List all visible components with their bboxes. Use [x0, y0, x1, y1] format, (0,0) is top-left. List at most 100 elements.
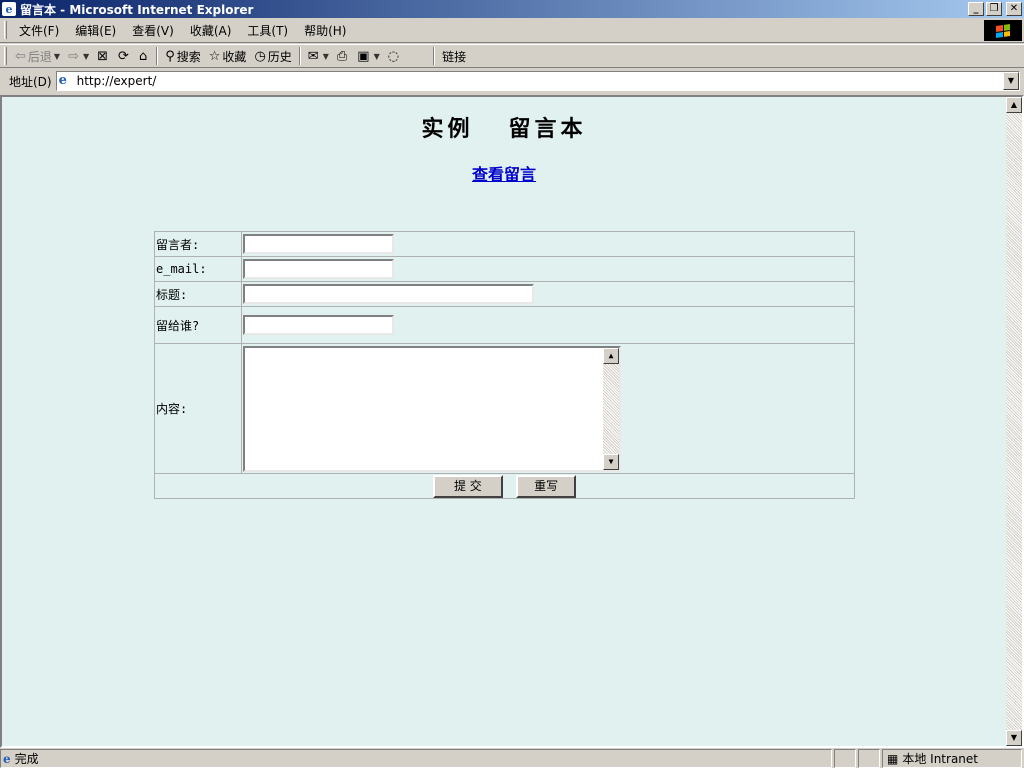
home-button[interactable]: ⌂ [135, 46, 153, 66]
page-title: 实例 留言本 [421, 116, 587, 142]
recipient-label: 留给谁? [154, 306, 242, 344]
subject-cell [241, 281, 855, 307]
status-panel [858, 749, 880, 768]
ie-page-icon: e [58, 73, 67, 88]
menu-favorites[interactable]: 收藏(A) [182, 22, 240, 39]
favorites-icon: ☆ [208, 48, 221, 64]
page-scrollbar[interactable]: ▲ ▼ [1006, 97, 1022, 746]
content-cell: ▲ ▼ [241, 343, 855, 474]
forward-arrow-icon: ⇨ [68, 48, 79, 64]
status-panel [834, 749, 856, 768]
author-label: 留言者: [154, 231, 242, 257]
browser-viewport: 实例 留言本 查看留言 留言者: e_mail: 标题: 留给谁? 内容: ▲ … [0, 95, 1024, 748]
address-dropdown-button[interactable]: ▼ [1003, 72, 1019, 90]
edit-button[interactable]: ▣ ▼ [353, 46, 383, 66]
maximize-button[interactable]: ❐ [986, 2, 1002, 16]
content-label: 内容: [154, 343, 242, 474]
textarea-scroll-up-icon[interactable]: ▲ [603, 347, 619, 364]
history-label: 历史 [267, 49, 292, 64]
menu-file[interactable]: 文件(F) [11, 22, 67, 39]
toolbar-grip[interactable] [4, 47, 7, 65]
ie-icon: e [2, 2, 16, 16]
author-cell [241, 231, 855, 257]
guestbook-form: 留言者: e_mail: 标题: 留给谁? 内容: ▲ ▼ 提 交 重写 [154, 231, 855, 499]
windows-logo [984, 20, 1022, 41]
status-main: e 完成 [0, 749, 832, 768]
title-bar: e 留言本 - Microsoft Internet Explorer _ ❐ … [0, 0, 1024, 18]
email-input[interactable] [243, 259, 394, 279]
actions-cell: 提 交 重写 [154, 473, 855, 499]
reset-button[interactable]: 重写 [516, 474, 577, 498]
print-icon: ⎙ [336, 48, 348, 64]
email-cell [241, 256, 855, 282]
menu-tools[interactable]: 工具(T) [239, 22, 296, 39]
page-status-icon: e [3, 751, 11, 766]
form-row-recipient: 留给谁? [154, 306, 855, 344]
scroll-up-icon[interactable]: ▲ [1006, 97, 1022, 113]
view-messages-link[interactable]: 查看留言 [472, 165, 536, 184]
subject-label: 标题: [154, 281, 242, 307]
window-title: 留言本 - Microsoft Internet Explorer [20, 2, 254, 17]
chevron-down-icon[interactable]: ▼ [323, 52, 329, 61]
address-url[interactable]: http://expert/ [77, 74, 157, 88]
history-icon: ◷ [254, 48, 266, 64]
back-button[interactable]: ⇦ 后退 ▼ [11, 46, 64, 66]
menu-bar: 文件(F) 编辑(E) 查看(V) 收藏(A) 工具(T) 帮助(H) [0, 18, 1024, 43]
links-label: 链接 [442, 49, 467, 64]
menu-grip[interactable] [4, 21, 7, 39]
chevron-down-icon[interactable]: ▼ [374, 52, 380, 61]
search-button[interactable]: ⚲ 搜索 [161, 46, 205, 66]
toolbar-separator [298, 47, 301, 65]
chevron-down-icon[interactable]: ▼ [83, 52, 89, 61]
form-row-subject: 标题: [154, 281, 855, 307]
refresh-button[interactable]: ⟳ [114, 46, 135, 66]
status-bar: e 完成 ▦ 本地 Intranet [0, 749, 1024, 768]
submit-button[interactable]: 提 交 [432, 474, 503, 498]
menu-edit[interactable]: 编辑(E) [67, 22, 124, 39]
textarea-scroll-down-icon[interactable]: ▼ [603, 453, 619, 470]
window-controls: _ ❐ ✕ [968, 2, 1022, 16]
favorites-label: 收藏 [222, 49, 247, 64]
back-arrow-icon: ⇦ [15, 48, 26, 64]
history-button[interactable]: ◷ 历史 [250, 46, 295, 66]
security-zone: ▦ 本地 Intranet [882, 749, 1022, 768]
address-label: 地址(D) [9, 74, 52, 89]
standard-toolbar: ⇦ 后退 ▼ ⇨ ▼ ⊠ ⟳ ⌂ ⚲ 搜索 ☆ 收藏 ◷ 历史 ✉ ▼ ⎙ ▣ … [0, 44, 1024, 68]
textarea-scrollbar[interactable]: ▲ ▼ [603, 347, 619, 470]
address-bar: 地址(D) e http://expert/ ▼ [0, 69, 1024, 93]
menu-help[interactable]: 帮助(H) [296, 22, 354, 39]
intranet-icon: ▦ [887, 751, 899, 766]
stop-button[interactable]: ⊠ [93, 46, 114, 66]
form-row-actions: 提 交 重写 [154, 473, 855, 499]
search-icon: ⚲ [165, 48, 175, 64]
mail-button[interactable]: ✉ ▼ [304, 46, 333, 66]
menu-view[interactable]: 查看(V) [124, 22, 182, 39]
links-button[interactable]: 链接 [438, 46, 470, 66]
mail-icon: ✉ [307, 48, 319, 64]
zone-text: 本地 Intranet [902, 752, 978, 766]
favorites-button[interactable]: ☆ 收藏 [205, 46, 251, 66]
discuss-button[interactable]: ◌ [384, 46, 405, 66]
print-button[interactable]: ⎙ [333, 46, 353, 66]
form-row-content: 内容: ▲ ▼ [154, 343, 855, 474]
edit-icon: ▣ [357, 48, 370, 64]
close-button[interactable]: ✕ [1006, 2, 1022, 16]
recipient-input[interactable] [243, 315, 394, 335]
author-input[interactable] [243, 234, 394, 254]
address-input[interactable]: e http://expert/ ▼ [55, 71, 1020, 91]
refresh-icon: ⟳ [118, 48, 129, 64]
content-textarea[interactable]: ▲ ▼ [243, 345, 621, 472]
back-label: 后退 [27, 49, 52, 64]
view-messages-link-wrap: 查看留言 [2, 161, 1006, 185]
chevron-down-icon[interactable]: ▼ [54, 52, 60, 61]
discuss-icon: ◌ [387, 48, 400, 64]
home-icon: ⌂ [138, 48, 148, 64]
stop-icon: ⊠ [97, 48, 109, 64]
status-text: 完成 [14, 752, 39, 766]
recipient-cell [241, 306, 855, 344]
scroll-down-icon[interactable]: ▼ [1006, 730, 1022, 746]
minimize-button[interactable]: _ [968, 2, 984, 16]
windows-flag-icon [996, 23, 1010, 38]
forward-button[interactable]: ⇨ ▼ [64, 46, 93, 66]
subject-input[interactable] [243, 284, 534, 304]
